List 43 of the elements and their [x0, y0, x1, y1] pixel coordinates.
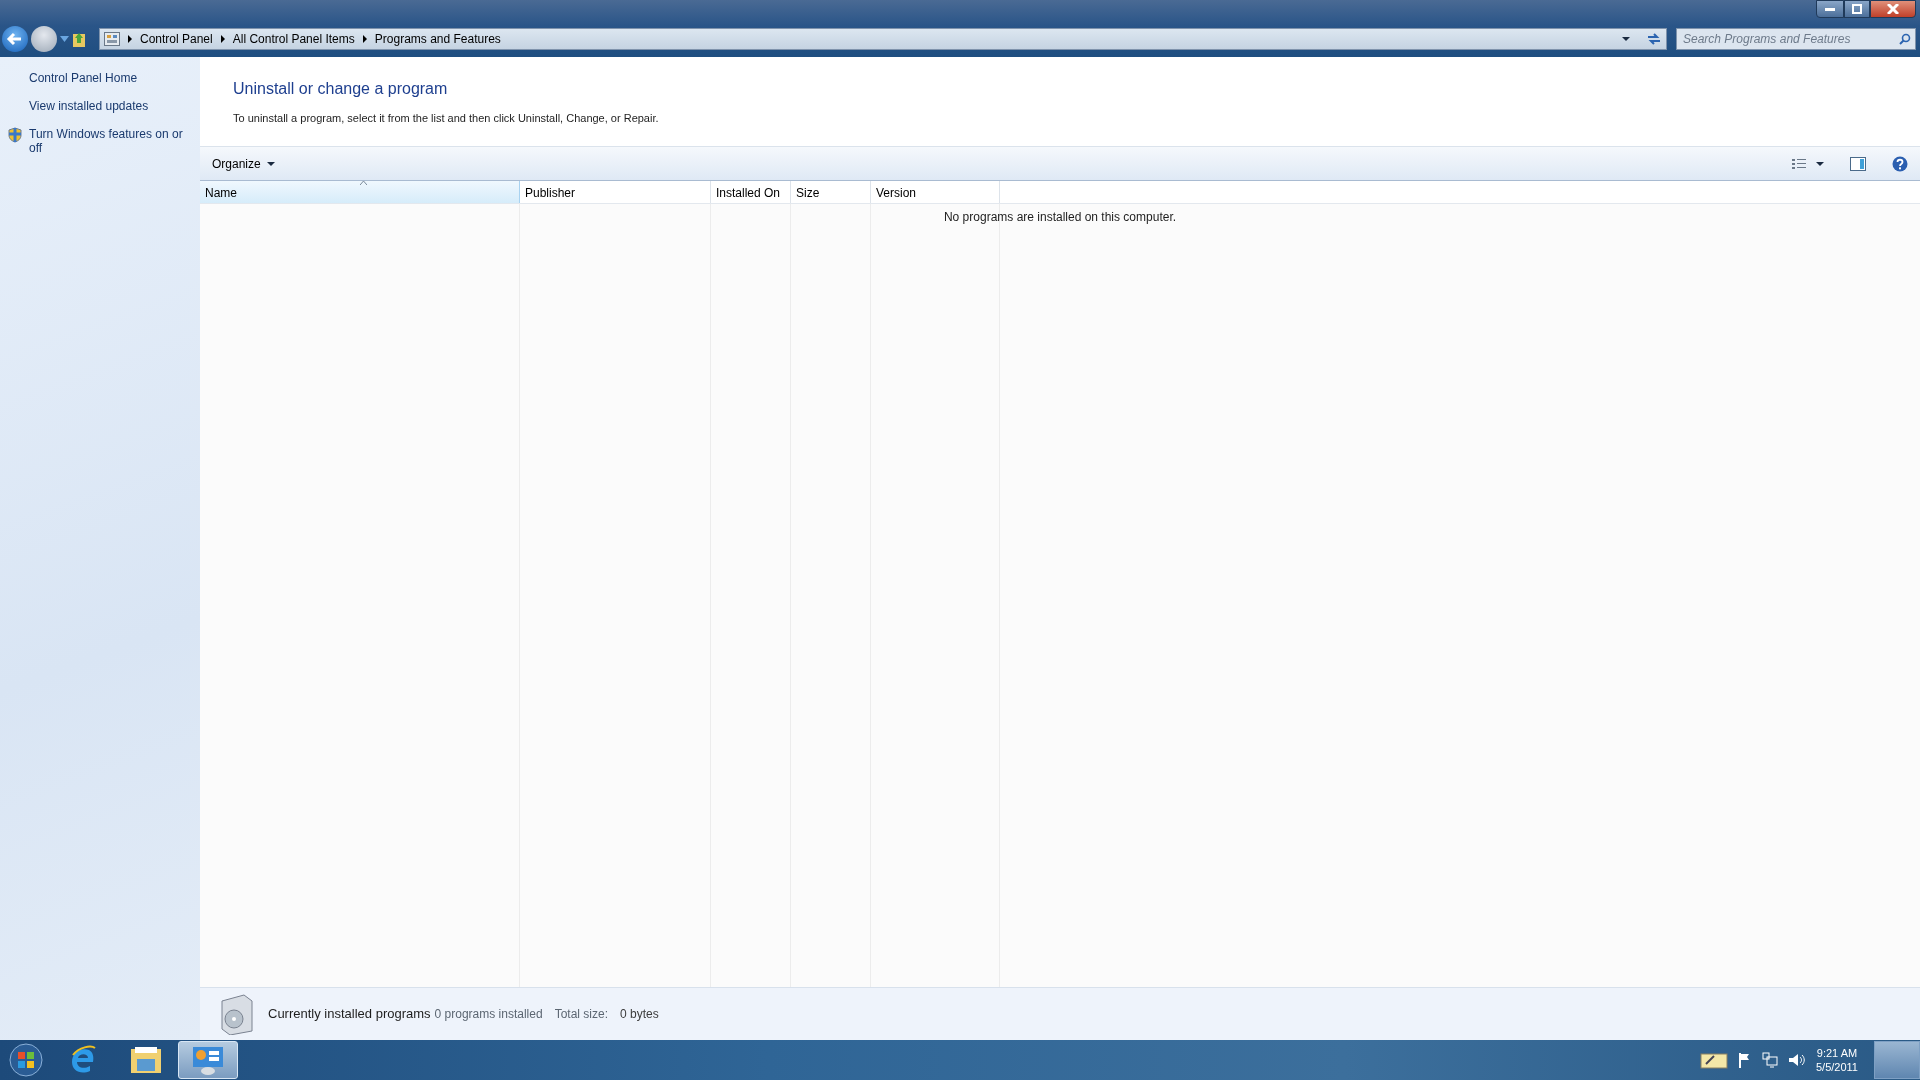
- column-header[interactable]: Name: [200, 181, 520, 203]
- shield-icon: [8, 127, 22, 143]
- page-heading: Uninstall or change a program: [233, 79, 449, 99]
- clock[interactable]: 9:21 AM 5/5/2011: [1816, 1046, 1858, 1074]
- empty-list-message: No programs are installed on this computer.: [942, 209, 1178, 226]
- details-view-icon[interactable]: [1792, 157, 1806, 170]
- pen-tablet-icon[interactable]: [1700, 1051, 1728, 1069]
- help-icon[interactable]: [1892, 155, 1908, 172]
- preview-pane-icon[interactable]: [1850, 156, 1866, 171]
- taskbar-button[interactable]: [178, 1041, 238, 1079]
- organize-button[interactable]: Organize: [212, 154, 275, 173]
- sidebar-link[interactable]: View installed updates: [8, 99, 188, 113]
- folder-icon: [129, 1045, 163, 1075]
- total-size-label: Total size:: [554, 1006, 608, 1023]
- caret-icon[interactable]: [1622, 37, 1630, 41]
- total-size-value: 0 bytes: [620, 1006, 659, 1023]
- instructions-text: To uninstall a program, select it from the list and then click Uninstall, Change, or Repair.: [233, 111, 660, 127]
- back-button[interactable]: [2, 26, 28, 52]
- close-button[interactable]: [1870, 0, 1916, 18]
- restore-button[interactable]: [1844, 0, 1870, 18]
- minimize-icon: [1825, 7, 1835, 11]
- program-count: 0 programs installed: [434, 1006, 543, 1023]
- flag-icon[interactable]: [1738, 1052, 1752, 1068]
- status-title: Currently installed programs: [268, 1005, 431, 1024]
- minimize-button[interactable]: [1816, 0, 1844, 18]
- restore-icon: [1852, 4, 1862, 14]
- breadcrumb[interactable]: Programs and Features: [374, 30, 501, 48]
- address-bar[interactable]: Control Panel All Control Panel Items Programs and Features: [99, 28, 1667, 50]
- search-icon[interactable]: [1899, 33, 1911, 45]
- breadcrumb[interactable]: Control Panel: [140, 30, 213, 48]
- speaker-icon[interactable]: [1788, 1052, 1806, 1068]
- forward-button[interactable]: [31, 26, 57, 52]
- caret-icon[interactable]: [1816, 161, 1824, 166]
- control-panel-icon: [191, 1045, 225, 1075]
- breadcrumb[interactable]: All Control Panel Items: [232, 30, 355, 48]
- recent-pages-icon[interactable]: [60, 36, 69, 42]
- control-panel-icon: [104, 32, 120, 46]
- close-icon: [1887, 4, 1899, 14]
- refresh-icon[interactable]: [1646, 32, 1662, 46]
- network-icon[interactable]: [1762, 1052, 1778, 1068]
- sidebar-link[interactable]: Control Panel Home: [8, 71, 188, 85]
- search-field[interactable]: Search Programs and Features: [1676, 28, 1916, 50]
- sidebar-link[interactable]: Turn Windows features on or off: [8, 127, 188, 155]
